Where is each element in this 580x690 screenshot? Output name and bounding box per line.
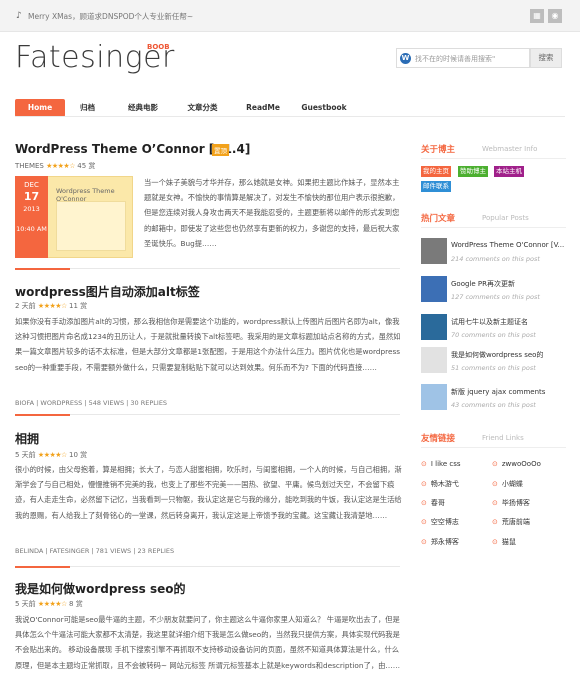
- popular-post-title[interactable]: 我是如何做wordpress seo的: [451, 350, 543, 360]
- tag-homepage[interactable]: 我的主页: [421, 166, 451, 177]
- nav-item-archive[interactable]: 归档: [70, 99, 105, 117]
- rating-stars: ★★★★☆: [37, 600, 67, 608]
- post-meta: 2 天前 ★★★★☆ 11 赏: [15, 302, 88, 310]
- sidebar-about-title: 关于博主: [421, 145, 456, 155]
- rating-stars: ★★★★☆: [46, 162, 75, 170]
- sidebar-popular-title: 热门文章: [421, 214, 456, 224]
- search-input[interactable]: W 找不在的时候请善用搜索": [396, 48, 530, 68]
- friend-link[interactable]: ⊙ 小蝴蝶: [492, 479, 523, 489]
- twitter-thumb[interactable]: [421, 314, 447, 340]
- post-meta: 5 天前 ★★★★☆ 10 赏: [15, 451, 88, 459]
- friend-link[interactable]: ⊙ 荒唐前端: [492, 517, 530, 527]
- friend-link[interactable]: ⊙ 猫鼠: [492, 537, 516, 547]
- nav-item-categories[interactable]: 文章分类: [180, 99, 225, 117]
- link-icon: ⊙: [492, 518, 498, 526]
- link-icon: ⊙: [492, 460, 498, 468]
- friend-link[interactable]: ⊙ 春哥: [421, 498, 445, 508]
- sidebar-links-title: 友情链接: [421, 434, 456, 444]
- post-separator: [15, 414, 400, 416]
- post-title[interactable]: 相拥: [15, 430, 39, 447]
- date-badge: DEC 17 2013 10:40 AM: [15, 176, 48, 258]
- post-excerpt: 我说O'Connor可能是seo最牛逼的主题，不少朋友就要问了，你主题这么牛逼你…: [15, 615, 401, 670]
- top-bar: ♪ Merry XMas，顾道求DNSPOD个人专业新任帮~ ▦ ◉: [0, 0, 580, 32]
- search-placeholder: 找不在的时候请善用搜索": [415, 55, 496, 63]
- post-excerpt: 如果你没有手动添加图片alt的习惯，那么我相信你是需要这个功能的，wordpre…: [15, 317, 401, 372]
- top-message: Merry XMas，顾道求DNSPOD个人专业新任帮~: [28, 12, 194, 21]
- link-icon: ⊙: [421, 518, 427, 526]
- post-title[interactable]: wordpress图片自动添加alt标签: [15, 283, 200, 300]
- popular-post-meta: 127 comments on this post: [451, 293, 540, 301]
- popular-post-title[interactable]: Google PR再次更新: [451, 279, 515, 289]
- google-thumb[interactable]: [421, 276, 447, 302]
- link-icon: ⊙: [421, 460, 427, 468]
- sidebar-divider: [421, 158, 566, 159]
- popular-post-meta: 43 comments on this post: [451, 401, 536, 409]
- link-icon: ⊙: [421, 538, 427, 546]
- post-footer: BELINDA | FATESINGER | 781 VIEWS | 23 RE…: [15, 547, 175, 555]
- avatar-thumb[interactable]: [421, 238, 447, 264]
- post-meta: 5 天前 ★★★★☆ 8 赏: [15, 600, 83, 608]
- link-icon: ⊙: [492, 480, 498, 488]
- popular-post-title[interactable]: 试用七牛以及新主题证名: [451, 317, 528, 327]
- friend-link[interactable]: ⊙ I like css: [421, 460, 461, 468]
- thumbnail-image: [56, 201, 126, 251]
- sidebar-popular-subtitle: Popular Posts: [482, 214, 529, 222]
- link-icon: ⊙: [421, 499, 427, 507]
- sticky-badge: 置顶: [212, 144, 229, 156]
- music-note-icon: ♪: [16, 11, 22, 21]
- popular-post-meta: 70 comments on this post: [451, 331, 536, 339]
- logo-sup: BOOB: [147, 43, 170, 51]
- grid-icon[interactable]: ▦: [530, 9, 544, 23]
- sidebar-divider: [421, 227, 566, 228]
- sidebar-divider: [421, 447, 566, 448]
- post-title[interactable]: 我是如何做wordpress seo的: [15, 580, 185, 597]
- wordpress-icon: W: [400, 53, 411, 64]
- ajax-thumb[interactable]: [421, 384, 447, 410]
- sidebar-links-subtitle: Friend Links: [482, 434, 524, 442]
- post-excerpt: 很小的时候，由父母抱着，算是相拥；长大了，与恋人甜蜜相拥，吹乐时，与闺蜜相拥，一…: [15, 465, 402, 520]
- popular-post-title[interactable]: WordPress Theme O'Connor [V...: [451, 241, 564, 249]
- rating-stars: ★★★★☆: [37, 451, 67, 459]
- link-icon: ⊙: [492, 499, 498, 507]
- nav-item-guestbook[interactable]: Guestbook: [298, 99, 350, 117]
- tag-host[interactable]: 本站主机: [494, 166, 524, 177]
- post-separator: [15, 566, 400, 568]
- friend-link[interactable]: ⊙ 空空博志: [421, 517, 459, 527]
- popular-post-title[interactable]: 新版 jquery ajax comments: [451, 387, 545, 397]
- rss-icon[interactable]: ◉: [548, 9, 562, 23]
- friend-link[interactable]: ⊙ 毕扬博客: [492, 498, 530, 508]
- post-separator: [15, 268, 400, 270]
- seo-thumb[interactable]: [421, 347, 447, 373]
- nav-item-home[interactable]: Home: [15, 99, 65, 117]
- nav-item-movies[interactable]: 经典电影: [118, 99, 168, 117]
- popular-post-meta: 214 comments on this post: [451, 255, 540, 263]
- friend-link[interactable]: ⊙ zwwoOoOo: [492, 460, 541, 468]
- link-icon: ⊙: [492, 538, 498, 546]
- post-excerpt: 当一个妹子美貌与才华并存，那么她就是女神。如果把主题比作妹子，显然本主题就是女神…: [144, 178, 400, 248]
- popular-post-meta: 51 comments on this post: [451, 364, 536, 372]
- tag-email[interactable]: 邮件联系: [421, 181, 451, 192]
- friend-link[interactable]: ⊙ 畅木游弋: [421, 479, 459, 489]
- rating-stars: ★★★★☆: [37, 302, 67, 310]
- nav-item-readme[interactable]: ReadMe: [243, 99, 283, 117]
- search-button[interactable]: 搜索: [530, 48, 562, 68]
- friend-link[interactable]: ⊙ 郑永博客: [421, 537, 459, 547]
- sidebar-about-subtitle: Webmaster Info: [482, 145, 538, 153]
- post-footer: BIOFA | WORDPRESS | 548 VIEWS | 30 REPLI…: [15, 399, 168, 407]
- nav-divider: [15, 116, 565, 117]
- post-meta: THEMES ★★★★☆ 45 赏: [15, 162, 96, 170]
- tag-sponsor[interactable]: 赞助博主: [458, 166, 488, 177]
- link-icon: ⊙: [421, 480, 427, 488]
